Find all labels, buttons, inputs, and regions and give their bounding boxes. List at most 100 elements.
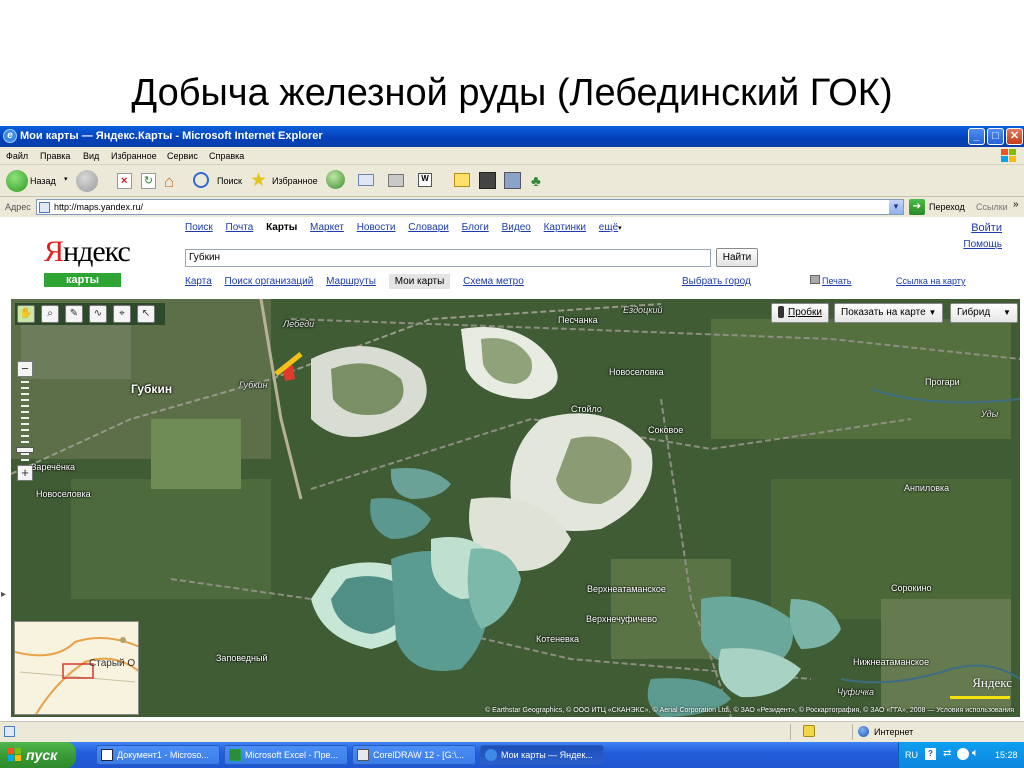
forward-button[interactable] <box>76 169 100 193</box>
zoom-out-button[interactable]: − <box>17 361 33 377</box>
hand-tool-icon[interactable]: ✋ <box>17 305 35 323</box>
overview-minimap[interactable]: Старый О <box>14 621 139 715</box>
satellite-imagery <box>11 299 1020 717</box>
chevron-right-icon[interactable]: » <box>1013 199 1019 210</box>
marker-tool-icon[interactable]: ⌖ <box>113 305 131 323</box>
nav-metro[interactable]: Схема метро <box>463 276 524 287</box>
windows-flag-icon <box>1001 149 1016 162</box>
taskbar-item-coreldraw[interactable]: CorelDRAW 12 - [G:\... <box>352 745 476 765</box>
top-link-mail[interactable]: Почта <box>226 222 254 233</box>
find-button[interactable]: Найти <box>716 248 758 267</box>
clock[interactable]: 15:28 <box>995 750 1018 760</box>
nav-my-maps[interactable]: Мои карты <box>388 274 451 289</box>
taskbar-item-ie[interactable]: Мои карты — Яндек... <box>480 745 604 765</box>
service-badge[interactable]: карты <box>44 273 121 287</box>
layer-dropdown[interactable]: Гибрид ▼ <box>950 303 1018 323</box>
volume-icon[interactable]: 🔈︎ <box>972 747 979 760</box>
menu-tools[interactable]: Сервис <box>167 151 198 161</box>
chevron-down-icon: ▼ <box>928 308 937 317</box>
copyright-text[interactable]: © Earthstar Geographics, © ООО ИТЦ «СКАН… <box>485 707 1014 714</box>
start-button[interactable]: пуск <box>0 742 76 768</box>
chevron-right-icon[interactable]: ▸ <box>1 589 6 600</box>
pointer-tool-icon[interactable]: ↖ <box>137 305 155 323</box>
login-link[interactable]: Войти <box>971 222 1002 234</box>
search-input[interactable]: Губкин <box>185 249 711 267</box>
minimize-button[interactable]: _ <box>968 128 985 145</box>
traffic-button[interactable]: Пробки <box>771 303 829 323</box>
top-link-more[interactable]: ещё <box>599 222 618 233</box>
map-link[interactable]: Ссылка на карту <box>896 276 966 286</box>
menu-file[interactable]: Файл <box>6 151 28 161</box>
ruler-tool-icon[interactable]: ✎ <box>65 305 83 323</box>
word-button[interactable]: W <box>418 169 446 193</box>
top-link-market[interactable]: Маркет <box>310 222 344 233</box>
top-link-news[interactable]: Новости <box>357 222 396 233</box>
yandex-logo[interactable]: Яндекс <box>44 235 131 269</box>
excel-icon <box>229 749 241 761</box>
print-link[interactable]: Печать <box>822 276 851 286</box>
map-label-verkhneatamanskoe: Верхнеатаманское <box>587 584 666 594</box>
zoom-slider-handle[interactable] <box>16 447 34 453</box>
map-label-chufichka: Чуфичка <box>837 687 874 697</box>
network-icon[interactable]: ⇄ <box>943 748 951 759</box>
map-label-zapovedny: Заповедный <box>216 653 268 663</box>
language-indicator[interactable]: RU <box>905 750 918 760</box>
map-label-nizhneatamanskoe: Нижнеатаманское <box>853 657 930 667</box>
history-icon <box>326 170 345 189</box>
taskbar-item-excel[interactable]: Microsoft Excel - Пре... <box>224 745 348 765</box>
note-icon <box>454 173 470 187</box>
messenger-button[interactable] <box>504 169 522 193</box>
pick-city-link[interactable]: Выбрать город <box>682 276 751 287</box>
menu-view[interactable]: Вид <box>83 151 99 161</box>
maximize-button[interactable]: □ <box>987 128 1004 145</box>
menu-edit[interactable]: Правка <box>40 151 70 161</box>
route-tool-icon[interactable]: ∿ <box>89 305 107 323</box>
top-link-dictionaries[interactable]: Словари <box>408 222 449 233</box>
address-input[interactable]: http://maps.yandex.ru/ ▼ <box>36 199 904 215</box>
people-icon: ♣ <box>531 173 541 190</box>
satellite-map[interactable]: Лебеди Песчанка Ездоцкий Губкин Губкин Н… <box>11 299 1020 717</box>
top-link-video[interactable]: Видео <box>502 222 531 233</box>
show-on-map-dropdown[interactable]: Показать на карте ▼ <box>834 303 944 323</box>
magnifier-tool-icon[interactable]: ⌕ <box>41 305 59 323</box>
print-button[interactable] <box>388 169 406 193</box>
nav-org-search[interactable]: Поиск организаций <box>225 276 314 287</box>
taskbar: пуск Документ1 - Microso... Microsoft Ex… <box>0 742 1024 768</box>
map-label-zarechenka: Заречёнка <box>31 462 75 472</box>
nav-routes[interactable]: Маршруты <box>326 276 376 287</box>
chevron-down-icon[interactable]: ▼ <box>889 200 903 214</box>
close-button[interactable]: ✕ <box>1006 128 1023 145</box>
taskbar-item-word[interactable]: Документ1 - Microso... <box>96 745 220 765</box>
refresh-button[interactable]: ↻ <box>141 169 157 193</box>
top-link-images[interactable]: Картинки <box>544 222 586 233</box>
nav-map[interactable]: Карта <box>185 276 212 287</box>
search-button[interactable]: Поиск <box>193 169 245 193</box>
menu-favorites[interactable]: Избранное <box>111 151 157 161</box>
slide-title: Добыча железной руды (Лебединский ГОК) <box>131 72 893 114</box>
home-button[interactable]: ⌂ <box>164 169 186 193</box>
back-button[interactable]: Назад ▾ <box>6 169 70 193</box>
research-button[interactable] <box>479 169 497 193</box>
top-link-search[interactable]: Поиск <box>185 222 213 233</box>
links-label[interactable]: Ссылки <box>976 202 1008 212</box>
top-link-blogs[interactable]: Блоги <box>462 222 489 233</box>
go-button[interactable]: Переход <box>929 202 965 212</box>
help-icon[interactable]: ? <box>925 748 936 760</box>
stop-button[interactable]: × <box>117 169 133 193</box>
menu-help[interactable]: Справка <box>209 151 244 161</box>
mail-button[interactable] <box>358 169 382 193</box>
window-titlebar[interactable]: e Мои карты — Яндекс.Карты - Microsoft I… <box>0 126 1024 147</box>
chevron-down-icon: ▼ <box>1002 308 1011 317</box>
msn-button[interactable]: ♣ <box>531 169 551 193</box>
history-button[interactable] <box>326 169 346 193</box>
top-link-maps[interactable]: Карты <box>266 222 297 233</box>
go-arrow-icon[interactable]: ➔ <box>909 199 925 215</box>
chevron-down-icon: ▾ <box>64 176 68 183</box>
note-button[interactable] <box>454 169 472 193</box>
zoom-in-button[interactable]: + <box>17 465 33 481</box>
messenger-tray-icon[interactable] <box>957 748 969 760</box>
map-label-sokovoe: Соковое <box>648 425 684 435</box>
favorites-button[interactable]: ★ Избранное <box>250 169 318 193</box>
address-url: http://maps.yandex.ru/ <box>54 202 144 212</box>
help-link[interactable]: Помощь <box>963 239 1002 250</box>
